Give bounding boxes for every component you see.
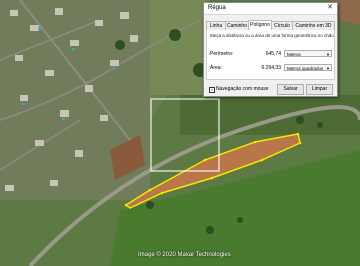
tab-caminho[interactable]: Caminho [225,21,249,30]
title-bar[interactable]: Régua ✕ [204,3,337,15]
description-text: Meça a distância ou a área de uma forma … [210,33,334,38]
tab-linha[interactable]: Linha [206,21,226,30]
perimeter-value: 645,74 [265,51,281,57]
close-icon[interactable]: ✕ [326,4,334,12]
ruler-dialog[interactable]: Régua ✕ Linha Caminho Polígono Círculo C… [203,2,338,97]
tab-caminho-3d[interactable]: Caminho em 3D [292,21,335,30]
perimeter-unit-select[interactable]: Metros ▼ [284,50,332,57]
mouse-navigation-label: Navegação com mouse [216,86,269,92]
tab-poligono[interactable]: Polígono [248,20,272,30]
dialog-title: Régua [208,5,226,11]
save-button[interactable]: Salvar [277,84,304,95]
image-credit: Image © 2020 Maxar Technologies [138,252,231,258]
chevron-down-icon: ▼ [326,66,330,71]
watermark-logo [150,98,220,172]
chevron-down-icon: ▼ [326,52,330,57]
area-value: 6.294,33 [261,65,281,71]
tab-bar: Linha Caminho Polígono Círculo Caminho e… [206,20,335,30]
perimeter-label: Perímetro: [210,51,234,57]
clear-button[interactable]: Limpar [306,84,333,95]
perimeter-unit-value: Metros [287,52,301,57]
area-unit-value: Metros quadrados [287,66,324,71]
mouse-navigation-checkbox[interactable]: ✓ [209,87,215,93]
area-unit-select[interactable]: Metros quadrados ▼ [284,64,332,71]
tab-circulo[interactable]: Círculo [271,21,293,30]
area-label: Área: [210,65,222,71]
polygon-panel: Meça a distância ou a área de uma forma … [206,30,335,80]
